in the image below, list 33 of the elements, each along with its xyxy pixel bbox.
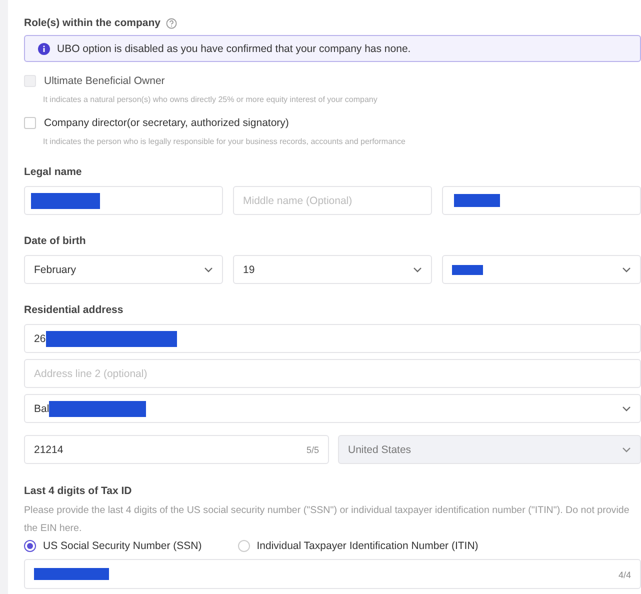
section-label: Date of birth <box>24 235 87 247</box>
chevron-down-icon <box>622 406 631 412</box>
option-label: Company director(or secretary, authorized signatory) <box>44 117 289 129</box>
help-icon[interactable] <box>166 18 177 28</box>
section-label: Role(s) within the company <box>24 17 161 29</box>
option-label: Ultimate Beneficial Owner <box>44 75 165 87</box>
chevron-down-icon <box>413 267 422 273</box>
character-counter: 4/4 <box>618 570 631 580</box>
address-field[interactable]: 26 <box>24 324 641 353</box>
section-label: Last 4 digits of Tax ID <box>24 485 133 497</box>
chevron-down-icon <box>204 267 213 273</box>
chevron-down-icon <box>622 267 631 273</box>
radio-label: Individual Taxpayer Identification Number (ITIN) <box>256 540 478 552</box>
notice-text: UBO option is disabled as you have confirmed that your company has none. <box>57 42 411 54</box>
city-dropdown[interactable]: Bal <box>24 394 641 423</box>
date-dropdown[interactable]: 19 <box>233 255 432 284</box>
section-label: Legal name <box>24 166 83 178</box>
radio-label: US Social Security Number (SSN) <box>43 540 202 552</box>
date-dropdown[interactable] <box>442 255 641 284</box>
name-field[interactable] <box>442 186 641 215</box>
tax-id-field[interactable]: 4/4 <box>24 559 641 589</box>
description-text: Please provide the last 4 digits of the US social security number ("SSN") or individual taxpayer identification number ("ITIN"). Do not provide the EIN here. <box>24 504 630 536</box>
chevron-down-icon <box>622 447 631 453</box>
option-hint: It indicates the person who is legally responsible for your business records, accounts and performance <box>43 137 406 146</box>
character-counter: 5/5 <box>306 444 319 454</box>
option-hint: It indicates a natural person(s) who owns directly 25% or more equity interest of your company <box>43 95 378 104</box>
info-icon <box>38 42 50 54</box>
date-dropdown[interactable]: February <box>24 255 223 284</box>
zip-field[interactable]: 21214 5/5 <box>24 435 329 464</box>
name-field[interactable] <box>24 186 223 215</box>
section-label: Residential address <box>24 304 124 316</box>
radio-button[interactable] <box>24 540 36 552</box>
checkbox[interactable] <box>24 117 36 129</box>
